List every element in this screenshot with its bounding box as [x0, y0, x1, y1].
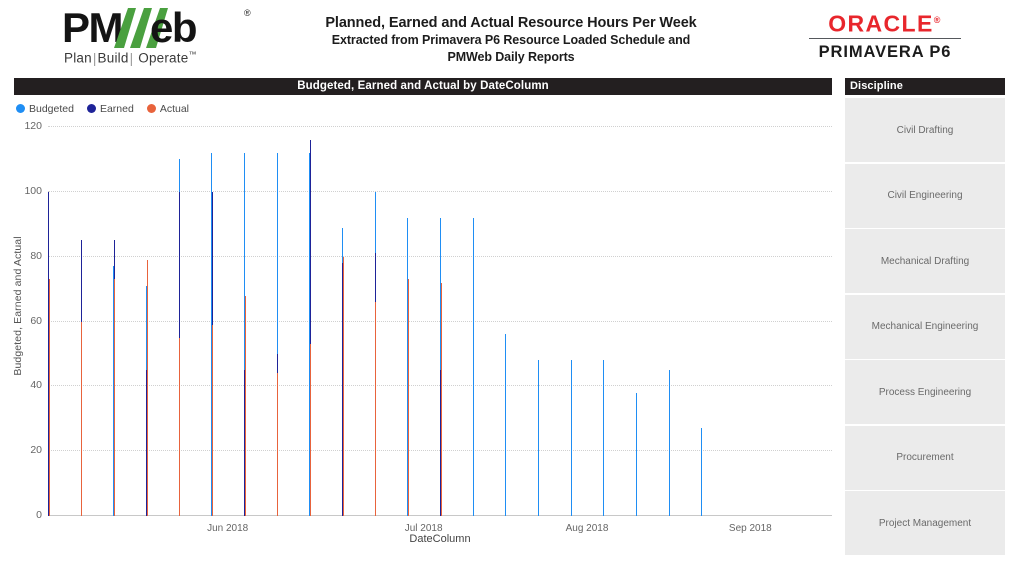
bar-group[interactable] [440, 127, 473, 516]
tagline-separator-2: | [129, 50, 134, 66]
legend-label: Actual [159, 102, 190, 115]
discipline-item-label: Procurement [896, 452, 954, 463]
discipline-item-label: Mechanical Drafting [880, 255, 970, 267]
bar-group[interactable] [407, 127, 440, 516]
primavera-wordmark: PRIMAVERA P6 [818, 43, 952, 62]
bar-group[interactable] [570, 127, 604, 516]
bar-group[interactable] [276, 127, 310, 516]
discipline-item-civil-drafting[interactable]: Civil Drafting [845, 98, 1005, 162]
oracle-registered-mark: ® [933, 15, 942, 25]
legend-item-earned[interactable]: Earned [86, 102, 134, 115]
chart-plot-area: 0 20 40 60 80 100 120 Jun 2018 Jul 2018 Aug 2018… [24, 120, 832, 534]
legend-swatch-icon [146, 104, 156, 113]
bar-group[interactable] [636, 127, 669, 516]
tagline-operate: Operate [138, 50, 189, 66]
oracle-wordmark: ORACLE® [805, 8, 965, 37]
discipline-panel-header: Discipline [845, 78, 1005, 95]
bar-group[interactable] [799, 127, 832, 516]
tagline-plan: Plan [64, 50, 92, 66]
dashboard-header: PM eb ® Plan|Build| Operate™ Planned, Ea… [0, 0, 1024, 72]
oracle-wordmark-text: ORACLE [828, 10, 934, 37]
report-title-block: Planned, Earned and Actual Resource Hour… [268, 14, 754, 66]
bar-group[interactable] [505, 127, 538, 516]
pmweb-tagline: Plan|Build| Operate™ [64, 50, 197, 66]
bar-group[interactable] [734, 127, 767, 516]
discipline-item-label: Mechanical Engineering [871, 321, 979, 332]
dashboard-page: PM eb ® Plan|Build| Operate™ Planned, Ea… [0, 0, 1024, 566]
bar-group[interactable] [146, 127, 179, 516]
bar-group[interactable] [80, 127, 114, 516]
discipline-item-procurement[interactable]: Procurement [845, 425, 1005, 490]
report-title-line-2: Extracted from Primavera P6 Resource Loa… [331, 33, 691, 47]
pmweb-registered-mark: ® [244, 8, 251, 18]
discipline-item-label: Process Engineering [878, 386, 972, 398]
svg-text:PM: PM [62, 6, 122, 50]
chart-bars [48, 127, 832, 516]
discipline-item-label: Civil Drafting [896, 124, 954, 136]
bar-group[interactable] [603, 127, 636, 516]
bar-group[interactable] [701, 127, 734, 516]
y-axis-tick-label: 60 [30, 314, 42, 327]
tagline-trademark-mark: ™ [188, 50, 197, 59]
y-axis-tick-label: 80 [30, 249, 42, 262]
oracle-primavera-logo: ORACLE® PRIMAVERA P6 [805, 8, 965, 62]
discipline-slicer[interactable]: Civil Drafting Civil Engineering Mechanica… [845, 98, 1005, 560]
bar-group[interactable] [668, 127, 702, 516]
bar-group[interactable] [538, 127, 571, 516]
legend-swatch-icon [86, 104, 96, 113]
x-axis-label: DateColumn [409, 533, 471, 545]
report-title-line-1: Planned, Earned and Actual Resource Hour… [325, 15, 697, 31]
legend-label: Earned [99, 102, 134, 115]
bar-group[interactable] [309, 127, 342, 516]
bar-group[interactable] [211, 127, 244, 516]
legend-item-actual[interactable]: Actual [146, 102, 190, 115]
discipline-item-project-management[interactable]: Project Management [845, 491, 1005, 555]
discipline-item-mechanical-drafting[interactable]: Mechanical Drafting [845, 229, 1005, 293]
report-title-line-3: PMWeb Daily Reports [447, 50, 575, 64]
y-axis-label: Budgeted, Earned and Actual [12, 236, 24, 376]
discipline-item-label: Civil Engineering [887, 190, 963, 201]
tagline-build: Build [97, 50, 129, 66]
pmweb-logo: PM eb ® Plan|Build| Operate™ [62, 6, 262, 70]
legend-item-budgeted[interactable]: Budgeted [16, 103, 74, 115]
oracle-divider [809, 37, 961, 40]
bar-group[interactable] [178, 127, 212, 516]
chart-title-bar: Budgeted, Earned and Actual by DateColum… [14, 78, 832, 95]
bar-chart: Budgeted, Earned and Actual 0 20 40 60 80 100… [0, 118, 836, 545]
y-axis-tick-label: 120 [24, 120, 42, 132]
bar-group[interactable] [244, 127, 277, 516]
y-axis-tick-label: 20 [30, 444, 42, 457]
bar-group[interactable] [342, 127, 375, 516]
bar-group[interactable] [113, 127, 146, 516]
legend-label: Budgeted [29, 102, 74, 115]
y-axis-tick-label: 0 [36, 509, 42, 521]
bar-group[interactable] [374, 127, 408, 516]
svg-text:eb: eb [150, 6, 196, 50]
pmweb-wordmark-icon: PM eb [62, 6, 198, 50]
bar-group[interactable] [48, 127, 81, 516]
chart-legend: Budgeted Earned Actual [16, 101, 202, 116]
discipline-item-label: Project Management [878, 517, 972, 529]
discipline-item-civil-engineering[interactable]: Civil Engineering [845, 163, 1005, 228]
discipline-item-mechanical-engineering[interactable]: Mechanical Engineering [845, 294, 1005, 359]
legend-swatch-icon [16, 104, 25, 113]
bar-group[interactable] [472, 127, 506, 516]
y-axis-tick-label: 100 [24, 184, 42, 197]
y-axis-tick-label: 40 [30, 379, 42, 392]
discipline-item-process-engineering[interactable]: Process Engineering [845, 360, 1005, 424]
bar-group[interactable] [767, 127, 800, 516]
